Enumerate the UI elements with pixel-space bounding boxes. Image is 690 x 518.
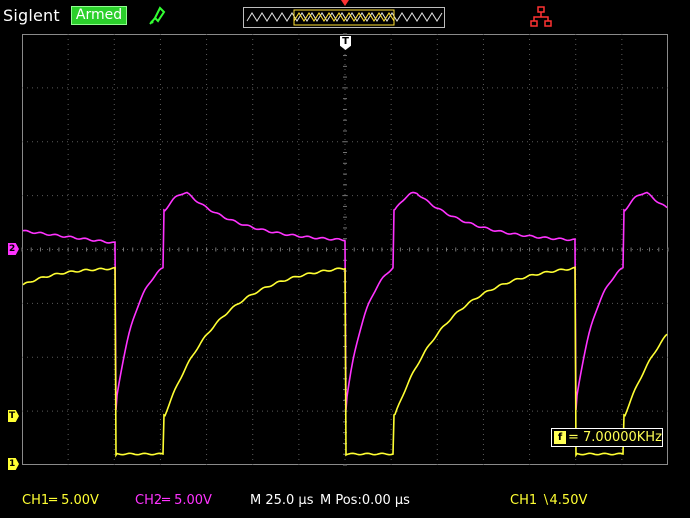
horizontal-position[interactable]: M Pos:0.00 µs (320, 493, 410, 508)
frequency-icon: f (554, 431, 566, 444)
timebase[interactable]: M 25.0 µs (250, 493, 313, 508)
ch2-scale[interactable]: CH2═ 5.00V (135, 493, 212, 508)
trigger-level-label: T (9, 411, 16, 421)
ch1-trace (22, 266, 668, 458)
ch1-marker-label: 1 (9, 459, 16, 469)
frequency-value: = 7.00000KHz (568, 430, 662, 445)
ch2-marker-label: 2 (9, 244, 16, 254)
bottom-status-bar: CH1═ 5.00V CH2═ 5.00V M 25.0 µs M Pos:0.… (0, 482, 690, 518)
trigger-position-label: T (342, 36, 349, 47)
ch1-scale[interactable]: CH1═ 5.00V (22, 493, 99, 508)
frequency-measurement: f = 7.00000KHz (551, 428, 663, 447)
trigger-setting[interactable]: CH1 ∖4.50V (510, 493, 587, 508)
